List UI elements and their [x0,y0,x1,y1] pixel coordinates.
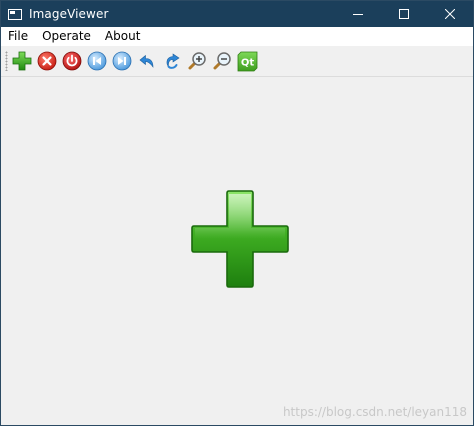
menu-operate[interactable]: Operate [35,27,98,46]
rotate-left-icon [139,54,154,68]
image-viewer-window: ImageViewer File Operate About Qt https:… [0,0,474,426]
qt-icon: Qt [237,51,257,71]
menu-about[interactable]: About [98,27,147,46]
clear-icon [62,51,82,71]
watermark-text: https://blog.csdn.net/leyan118 [282,405,467,419]
minimize-button[interactable] [335,1,381,27]
add-button[interactable] [11,50,33,72]
app-window-icon [8,8,22,20]
menu-bar: File Operate About [1,27,473,46]
qt-label: Qt [240,57,254,68]
delete-button[interactable] [36,50,58,72]
zoom-in-icon [188,52,206,70]
green-plus-icon [191,190,289,288]
zoom-in-button[interactable] [186,50,208,72]
close-icon [445,9,455,19]
clear-button[interactable] [61,50,83,72]
toolbar-grip[interactable] [5,51,8,71]
window-controls [335,1,473,27]
window-title: ImageViewer [29,7,109,21]
rotate-left-button[interactable] [136,50,158,72]
zoom-out-button[interactable] [211,50,233,72]
close-button[interactable] [427,1,473,27]
add-icon [12,51,32,71]
next-icon [112,51,132,71]
rotate-right-icon [166,53,180,69]
previous-icon [87,51,107,71]
previous-button[interactable] [86,50,108,72]
maximize-button[interactable] [381,1,427,27]
maximize-icon [399,9,409,19]
toolbar: Qt [1,46,473,77]
image-display-area[interactable]: https://blog.csdn.net/leyan118 [1,77,473,425]
title-bar[interactable]: ImageViewer [1,1,473,27]
rotate-right-button[interactable] [161,50,183,72]
about-qt-button[interactable]: Qt [236,50,258,72]
minimize-icon [353,14,363,15]
next-button[interactable] [111,50,133,72]
delete-icon [37,51,57,71]
zoom-out-icon [213,52,231,70]
menu-file[interactable]: File [1,27,35,46]
